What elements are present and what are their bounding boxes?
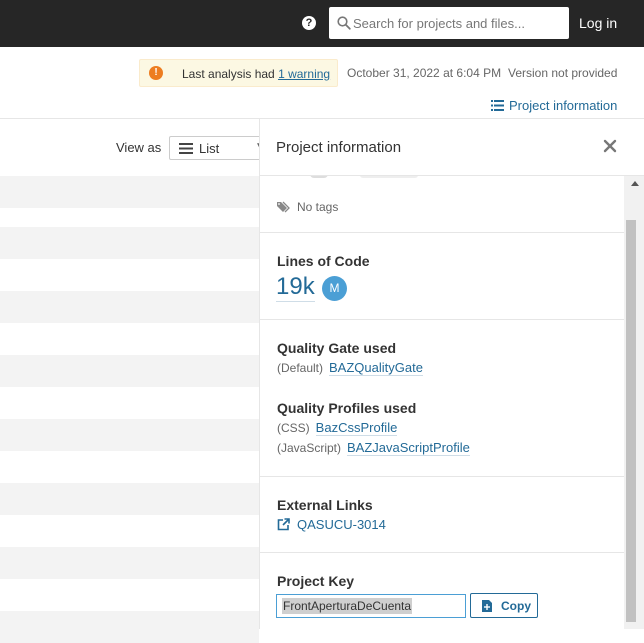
scrollbar-thumb[interactable]: [626, 220, 636, 622]
panel-title: Project information: [276, 139, 402, 156]
view-mode-select[interactable]: List ▼: [169, 136, 269, 160]
panel-body: No tags Lines of Code 19k M Quality Gate…: [260, 176, 624, 629]
top-navbar: ? Log in: [0, 0, 644, 47]
warning-icon: !: [149, 66, 163, 80]
external-link-label: QASUCU-3014: [297, 517, 386, 532]
warning-count-link[interactable]: 1 warning: [278, 67, 330, 81]
quality-profiles-title: Quality Profiles used: [277, 400, 417, 416]
external-links-title: External Links: [277, 497, 373, 513]
list-row[interactable]: [0, 355, 259, 387]
analysis-date: October 31, 2022 at 6:04 PM: [347, 66, 502, 80]
tags-label: No tags: [297, 200, 339, 214]
warning-prefix: Last analysis had: [182, 67, 279, 81]
close-icon[interactable]: [603, 139, 617, 153]
project-key-value[interactable]: FrontAperturaDeCuenta: [282, 598, 413, 614]
tags-row: No tags: [277, 200, 338, 214]
list-row[interactable]: [0, 227, 259, 259]
list-icon: [491, 100, 504, 111]
external-link-icon: [277, 518, 290, 531]
list-row[interactable]: [0, 291, 259, 323]
quality-profile-row: (JavaScript) BAZJavaScriptProfile: [277, 440, 470, 456]
size-rating-badge: M: [322, 276, 347, 301]
version-text: Version not provided: [508, 66, 618, 80]
quality-gate-title: Quality Gate used: [277, 340, 397, 356]
list-row[interactable]: [0, 611, 259, 643]
copy-button[interactable]: Copy: [470, 593, 538, 618]
panel-header: Project information: [260, 119, 644, 176]
project-key-title: Project Key: [277, 573, 355, 589]
list-row[interactable]: [0, 483, 259, 515]
quality-gate-link[interactable]: BAZQualityGate: [329, 360, 423, 376]
quality-profile-row: (CSS) BazCssProfile: [277, 420, 398, 436]
cut-off-content: [360, 176, 418, 178]
warning-text: Last analysis had 1 warning: [182, 67, 330, 81]
list-row[interactable]: [0, 176, 259, 208]
search-input[interactable]: [353, 7, 565, 39]
quality-profile-link[interactable]: BAZJavaScriptProfile: [347, 440, 470, 456]
list-row[interactable]: [0, 419, 259, 451]
copy-icon: [482, 600, 492, 612]
list-icon: [179, 143, 193, 154]
login-link[interactable]: Log in: [579, 15, 617, 31]
section-divider: [260, 552, 624, 553]
section-divider: [260, 319, 624, 320]
profile-language: (JavaScript): [277, 441, 342, 455]
view-as-label: View as: [116, 140, 162, 155]
analysis-warning-box: ! Last analysis had 1 warning: [139, 59, 338, 87]
scroll-up-arrow-icon[interactable]: [631, 181, 639, 186]
project-information-link-label: Project information: [509, 98, 618, 113]
section-divider: [260, 476, 624, 477]
quality-gate-row: (Default) BAZQualityGate: [277, 360, 423, 376]
search-box[interactable]: [329, 7, 569, 39]
copy-label: Copy: [501, 599, 531, 613]
lines-of-code-title: Lines of Code: [277, 253, 370, 269]
profile-language: (CSS): [277, 421, 310, 435]
list-row[interactable]: [0, 547, 259, 579]
tags-icon: [277, 201, 290, 213]
cut-off-content: [310, 176, 328, 178]
project-information-panel: Project information No tags Lines of Cod…: [259, 119, 644, 629]
quality-profile-link[interactable]: BazCssProfile: [315, 420, 398, 436]
quality-gate-qualifier: (Default): [277, 361, 324, 375]
search-icon: [337, 16, 351, 30]
panel-scrollbar[interactable]: [624, 176, 644, 629]
help-icon[interactable]: ?: [302, 16, 316, 30]
section-divider: [260, 232, 624, 233]
lines-of-code-value[interactable]: 19k: [276, 273, 315, 302]
view-mode-value: List: [199, 141, 220, 156]
project-information-link[interactable]: Project information: [491, 98, 617, 113]
external-link[interactable]: QASUCU-3014: [277, 517, 386, 532]
